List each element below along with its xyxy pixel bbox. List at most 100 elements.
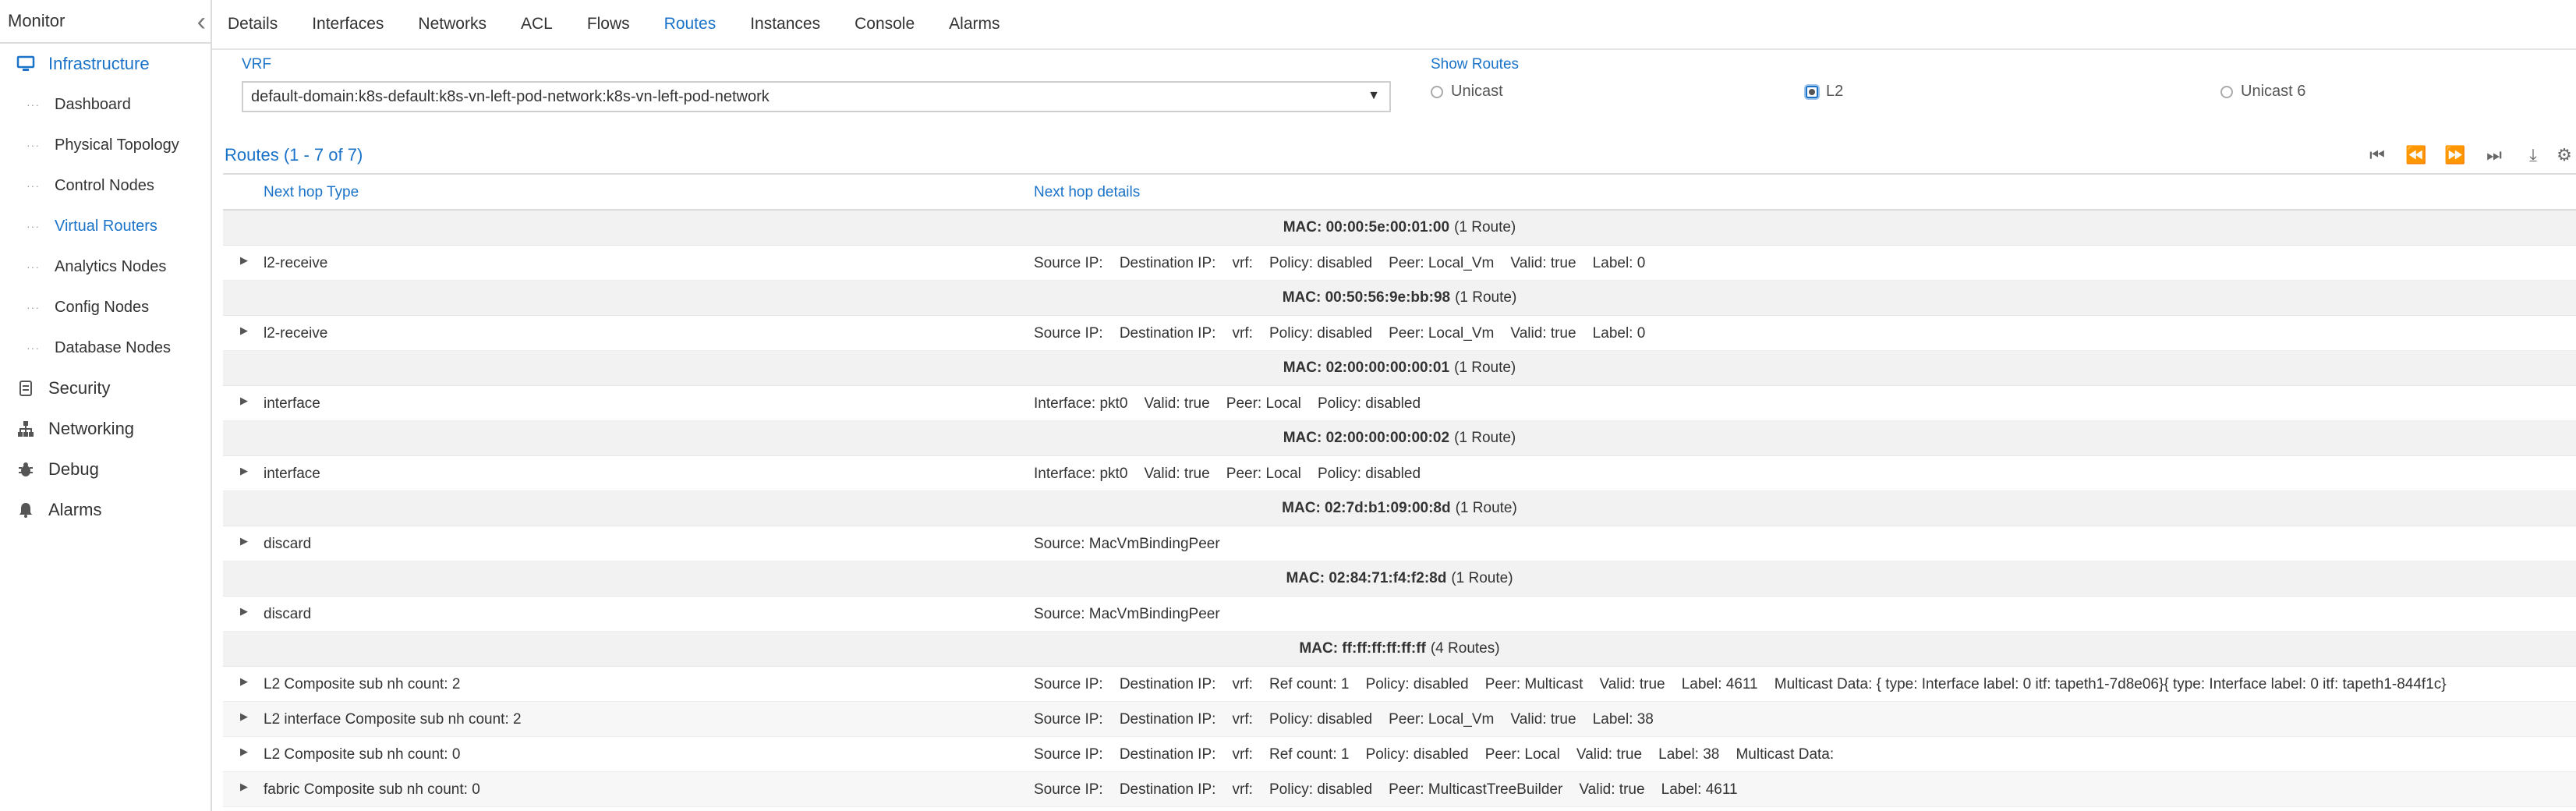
next-hop-type: fabric Composite sub nh count: 0 bbox=[264, 781, 480, 798]
radio-unicast[interactable]: Unicast bbox=[1431, 83, 1503, 101]
sidebar-item-alarms[interactable]: Alarms bbox=[0, 490, 211, 530]
dots-icon: ··· bbox=[27, 179, 40, 192]
sidebar-subitem-physical-topology[interactable]: ··· Physical Topology bbox=[0, 125, 211, 165]
sidebar-header: Monitor ‹ bbox=[0, 0, 211, 44]
radio-unicast-6[interactable]: Unicast 6 bbox=[2220, 83, 2305, 101]
mac-address: MAC: 02:7d:b1:09:00:8d bbox=[1282, 500, 1451, 516]
dots-icon: ··· bbox=[27, 301, 40, 313]
download-icon[interactable]: ⤓ bbox=[2514, 145, 2553, 165]
tab-acl[interactable]: ACL bbox=[521, 15, 553, 34]
next-hop-type: discard bbox=[264, 606, 312, 622]
grid-title: Routes (1 - 7 of 7) bbox=[225, 145, 363, 165]
sidebar-subitem-virtual-routers[interactable]: ··· Virtual Routers bbox=[0, 206, 211, 246]
dots-icon: ··· bbox=[27, 220, 40, 232]
route-group-header: MAC: 02:00:00:00:00:01 (1 Route) bbox=[223, 351, 2576, 386]
sidebar-subitem-control-nodes[interactable]: ··· Control Nodes bbox=[0, 165, 211, 206]
dots-icon: ··· bbox=[27, 139, 40, 151]
expand-icon[interactable]: ▶ bbox=[240, 535, 248, 547]
sidebar-subitem-label: Virtual Routers bbox=[55, 217, 157, 235]
table-row[interactable]: ▶ L2 Composite sub nh count: 0 Source IP: … bbox=[223, 737, 2576, 772]
sidebar-subitem-config-nodes[interactable]: ··· Config Nodes bbox=[0, 287, 211, 328]
sidebar-subitem-label: Physical Topology bbox=[55, 136, 179, 154]
sidebar-item-infrastructure[interactable]: Infrastructure bbox=[0, 44, 211, 84]
next-hop-type: l2-receive bbox=[264, 255, 328, 271]
sidebar-subitem-label: Analytics Nodes bbox=[55, 257, 167, 275]
next-hop-details: Interface: pkt0 Valid: true Peer: Local … bbox=[1034, 466, 1421, 482]
tab-routes[interactable]: Routes bbox=[664, 15, 717, 34]
radio-label: L2 bbox=[1826, 83, 1844, 100]
radio-l2[interactable]: L2 bbox=[1806, 83, 1843, 101]
sidebar-item-networking[interactable]: Networking bbox=[0, 409, 211, 449]
sidebar-subitem-dashboard[interactable]: ··· Dashboard bbox=[0, 84, 211, 125]
prev-page-icon[interactable]: ⏪ bbox=[2397, 145, 2436, 165]
table-row[interactable]: ▶ l2-receive Source IP: Destination IP: vr… bbox=[223, 316, 2576, 351]
tab-details[interactable]: Details bbox=[228, 15, 278, 34]
expand-icon[interactable]: ▶ bbox=[240, 605, 248, 618]
sidebar-subitem-label: Dashboard bbox=[55, 95, 131, 113]
sidebar: Monitor ‹ Infrastructure ··· Dashboard ···… bbox=[0, 0, 212, 811]
dots-icon: ··· bbox=[27, 98, 40, 111]
settings-icon[interactable]: ⚙ bbox=[2553, 145, 2576, 165]
table-row[interactable]: ▶ L2 Composite sub nh count: 2 Source IP: … bbox=[223, 667, 2576, 702]
next-hop-details: Source IP: Destination IP: vrf: Policy: … bbox=[1034, 711, 1654, 728]
first-page-icon[interactable]: ⏮ bbox=[2358, 145, 2397, 165]
bell-icon bbox=[12, 501, 39, 519]
expand-icon[interactable]: ▶ bbox=[240, 465, 248, 477]
sidebar-item-label: Infrastructure bbox=[48, 54, 150, 73]
next-hop-details: Source IP: Destination IP: vrf: Policy: … bbox=[1034, 325, 1646, 342]
expand-icon[interactable]: ▶ bbox=[240, 254, 248, 267]
expand-icon[interactable]: ▶ bbox=[240, 324, 248, 337]
sidebar-item-debug[interactable]: Debug bbox=[0, 449, 211, 490]
dots-icon: ··· bbox=[27, 342, 40, 354]
sidebar-subitem-database-nodes[interactable]: ··· Database Nodes bbox=[0, 328, 211, 368]
next-hop-type: L2 Composite sub nh count: 0 bbox=[264, 746, 461, 763]
expand-icon[interactable]: ▶ bbox=[240, 710, 248, 723]
monitor-icon bbox=[12, 55, 39, 73]
next-hop-details: Source: MacVmBindingPeer bbox=[1034, 606, 1220, 622]
tab-interfaces[interactable]: Interfaces bbox=[312, 15, 384, 34]
vrf-label: VRF bbox=[242, 56, 271, 73]
tab-alarms[interactable]: Alarms bbox=[949, 15, 1000, 34]
sidebar-item-security[interactable]: Security bbox=[0, 368, 211, 409]
route-group-header: MAC: 00:50:56:9e:bb:98 (1 Route) bbox=[223, 281, 2576, 316]
main-content: Details Interfaces Networks ACL Flows Routes I… bbox=[212, 0, 2576, 811]
network-icon bbox=[12, 420, 39, 437]
radio-icon bbox=[2220, 85, 2233, 98]
tab-console[interactable]: Console bbox=[855, 15, 915, 34]
tab-networks[interactable]: Networks bbox=[418, 15, 487, 34]
expand-icon[interactable]: ▶ bbox=[240, 675, 248, 688]
caret-down-icon: ▼ bbox=[1368, 89, 1380, 102]
table-row[interactable]: ▶ fabric Composite sub nh count: 0 Source … bbox=[223, 772, 2576, 807]
expand-icon[interactable]: ▶ bbox=[240, 745, 248, 758]
tab-flows[interactable]: Flows bbox=[587, 15, 630, 34]
route-count: (1 Route) bbox=[1454, 359, 1516, 376]
vrf-select[interactable]: default-domain:k8s-default:k8s-vn-left-p… bbox=[242, 81, 1391, 112]
table-row[interactable]: ▶ discard Source: MacVmBindingPeer bbox=[223, 597, 2576, 632]
next-page-icon[interactable]: ⏩ bbox=[2436, 145, 2475, 165]
next-hop-details: Source IP: Destination IP: vrf: Ref coun… bbox=[1034, 746, 1835, 763]
sidebar-title: Monitor bbox=[8, 11, 65, 30]
tab-bar: Details Interfaces Networks ACL Flows Routes I… bbox=[212, 0, 2576, 50]
table-row[interactable]: ▶ l2-receive Source IP: Destination IP: vr… bbox=[223, 246, 2576, 281]
table-row[interactable]: ▶ interface Interface: pkt0 Valid: true Pe… bbox=[223, 456, 2576, 491]
expand-icon[interactable]: ▶ bbox=[240, 395, 248, 407]
table-row[interactable]: ▶ L2 interface Composite sub nh count: 2 S… bbox=[223, 702, 2576, 737]
col-next-hop-details[interactable]: Next hop details bbox=[1034, 184, 1140, 201]
expand-icon[interactable]: ▶ bbox=[240, 781, 248, 793]
route-group-header: MAC: 02:7d:b1:09:00:8d (1 Route) bbox=[223, 491, 2576, 526]
col-next-hop-type[interactable]: Next hop Type bbox=[264, 184, 359, 201]
table-row[interactable]: ▶ discard Source: MacVmBindingPeer bbox=[223, 526, 2576, 561]
route-count: (1 Route) bbox=[1454, 430, 1516, 446]
table-row[interactable]: ▶ interface Interface: pkt0 Valid: true Pe… bbox=[223, 386, 2576, 421]
route-group-header: MAC: 00:00:5e:00:01:00 (1 Route) bbox=[223, 211, 2576, 246]
mac-address: MAC: 00:50:56:9e:bb:98 bbox=[1282, 289, 1451, 306]
route-filters: VRF default-domain:k8s-default:k8s-vn-le… bbox=[212, 55, 2576, 125]
tab-instances[interactable]: Instances bbox=[750, 15, 820, 34]
next-hop-details: Source IP: Destination IP: vrf: Policy: … bbox=[1034, 781, 1738, 798]
next-hop-details: Source IP: Destination IP: vrf: Ref coun… bbox=[1034, 676, 2447, 692]
sidebar-subitem-analytics-nodes[interactable]: ··· Analytics Nodes bbox=[0, 246, 211, 287]
next-hop-type: L2 Composite sub nh count: 2 bbox=[264, 676, 461, 692]
last-page-icon[interactable]: ⏭ bbox=[2475, 145, 2514, 165]
chevron-left-icon[interactable]: ‹ bbox=[197, 6, 206, 37]
radio-checked-icon bbox=[1806, 85, 1818, 98]
